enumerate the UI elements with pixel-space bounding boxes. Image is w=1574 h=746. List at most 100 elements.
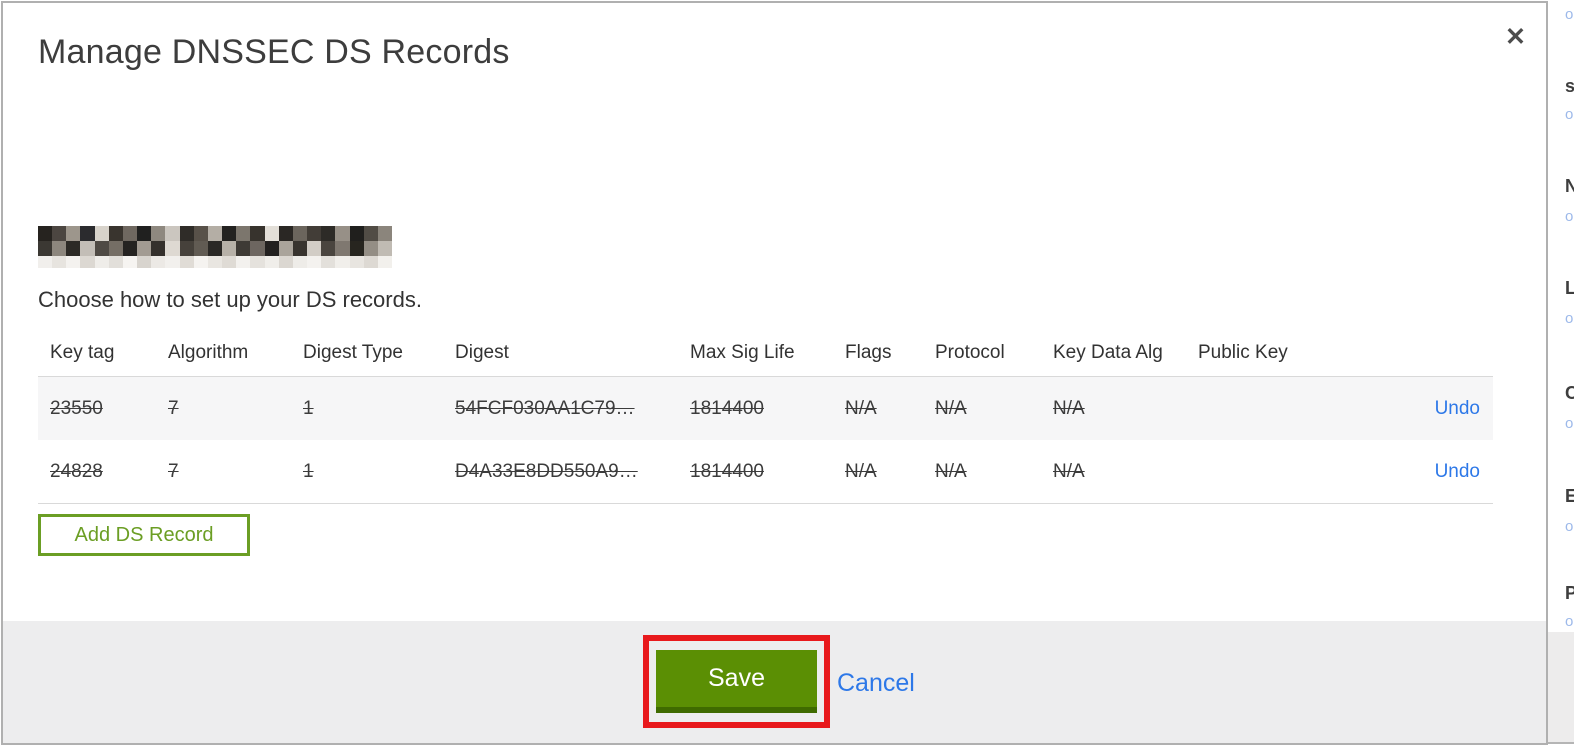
redaction-pixel <box>122 241 138 256</box>
redaction-pixel <box>349 241 364 256</box>
table-row: 24828 7 1 D4A33E8DD550A9… 1814400 N/A N/A N/A Un… <box>38 440 1493 504</box>
redaction-pixel <box>179 226 194 241</box>
table-cell: N/A <box>845 397 877 419</box>
redaction-pixel <box>38 256 53 268</box>
table-cell: 1 <box>303 460 314 482</box>
close-icon[interactable]: ✕ <box>1505 25 1526 50</box>
redaction-pixel <box>222 226 237 241</box>
add-ds-record-button[interactable]: Add DS Record <box>38 514 250 556</box>
table-cell: 54FCF030AA1C79… <box>455 397 635 419</box>
table-cell: N/A <box>935 460 967 482</box>
redaction-pixel <box>94 241 109 256</box>
redaction-pixel <box>151 256 166 268</box>
redaction-pixel <box>363 256 378 268</box>
redaction-pixel <box>165 241 180 256</box>
table-header-row: Key tag Algorithm Digest Type Digest Max Sig… <box>38 330 1493 377</box>
table-header-cell: Digest Type <box>303 342 403 363</box>
redaction-pixel <box>193 256 208 268</box>
redaction-pixel <box>108 226 123 241</box>
redaction-pixel <box>292 256 308 268</box>
table-header-cell: Digest <box>455 342 509 363</box>
table-cell: N/A <box>1053 460 1085 482</box>
table-header-cell: Key tag <box>50 342 115 363</box>
redaction-pixel <box>264 226 279 241</box>
background-text-fragment: o <box>1565 613 1574 630</box>
annotation-highlight-box: Save <box>643 635 830 728</box>
redaction-pixel <box>377 226 392 241</box>
background-text-fragment: o <box>1565 6 1574 23</box>
redaction-pixel <box>108 241 123 256</box>
redaction-pixel <box>94 256 109 268</box>
redaction-pixel <box>108 256 123 268</box>
table-cell: D4A33E8DD550A9… <box>455 460 638 482</box>
redaction-pixel <box>363 241 378 256</box>
table-cell: 7 <box>168 460 179 482</box>
redaction-pixel <box>80 226 95 241</box>
redaction-pixel <box>52 241 67 256</box>
background-page-footer <box>1548 632 1574 744</box>
table-header-cell: Algorithm <box>168 342 249 363</box>
background-text-fragment: L <box>1565 278 1574 298</box>
redaction-pixel <box>165 226 180 241</box>
redaction-pixel <box>250 256 265 268</box>
redaction-pixel <box>80 256 95 268</box>
redaction-pixel <box>80 241 95 256</box>
redaction-pixel <box>207 241 223 256</box>
redaction-pixel <box>250 241 265 256</box>
redaction-pixel <box>335 241 350 256</box>
background-page-strip: osoNoLoCoEoPo <box>1548 0 1574 746</box>
redaction-pixel <box>137 241 152 256</box>
background-text-fragment: N <box>1565 176 1574 196</box>
redaction-pixel <box>264 256 279 268</box>
redaction-pixel <box>278 256 293 268</box>
redaction-pixel <box>52 256 67 268</box>
screen: osoNoLoCoEoPo Manage DNSSEC DS Records ✕… <box>0 0 1574 746</box>
dnssec-ds-records-modal: Manage DNSSEC DS Records ✕ Choose how to… <box>1 1 1548 745</box>
background-text-fragment: E <box>1565 486 1574 506</box>
redaction-pixel <box>52 226 67 241</box>
redaction-pixel <box>377 241 392 256</box>
table-header-cell: Max Sig Life <box>690 342 795 363</box>
redaction-pixel <box>151 241 166 256</box>
redaction-pixel <box>264 241 279 256</box>
redaction-pixel <box>193 241 208 256</box>
redaction-pixel <box>94 226 109 241</box>
background-text-fragment: o <box>1565 208 1574 225</box>
redaction-pixel <box>165 256 180 268</box>
redaction-pixel <box>137 256 152 268</box>
redaction-pixel <box>349 256 364 268</box>
table-cell: 1814400 <box>690 397 764 419</box>
table-body: 23550 7 1 54FCF030AA1C79… 1814400 N/A N/A N/A Un… <box>38 377 1493 504</box>
redaction-pixel <box>66 226 81 241</box>
background-text-fragment: P <box>1565 583 1574 603</box>
table-cell: 24828 <box>50 460 103 482</box>
table-header-cell: Flags <box>845 342 892 363</box>
redaction-pixel <box>278 226 293 241</box>
redaction-pixel <box>278 241 293 256</box>
table-cell: 23550 <box>50 397 103 419</box>
redaction-pixel <box>193 226 208 241</box>
background-text-fragment: C <box>1565 383 1574 403</box>
undo-link[interactable]: Undo <box>1435 398 1480 419</box>
redaction-pixel <box>335 226 350 241</box>
modal-footer: Save Cancel <box>3 621 1546 743</box>
ds-records-table: Key tag Algorithm Digest Type Digest Max Sig… <box>38 330 1493 504</box>
background-text-fragment: o <box>1565 518 1574 535</box>
table-header-cell: Key Data Alg <box>1053 342 1163 363</box>
redaction-pixel <box>349 226 364 241</box>
redaction-pixel <box>66 256 81 268</box>
cancel-link[interactable]: Cancel <box>837 669 915 698</box>
redaction-pixel <box>179 256 194 268</box>
redaction-pixel <box>38 226 53 241</box>
domain-name-redacted <box>38 226 392 268</box>
table-cell: 7 <box>168 397 179 419</box>
redaction-pixel <box>66 241 81 256</box>
background-text-fragment: o <box>1565 415 1574 432</box>
table-cell: 1814400 <box>690 460 764 482</box>
redaction-pixel <box>292 241 308 256</box>
save-button[interactable]: Save <box>656 650 817 713</box>
table-header-cell: Public Key <box>1198 342 1288 363</box>
redaction-pixel <box>307 241 322 256</box>
table-header-cell: Protocol <box>935 342 1005 363</box>
undo-link[interactable]: Undo <box>1435 461 1480 482</box>
